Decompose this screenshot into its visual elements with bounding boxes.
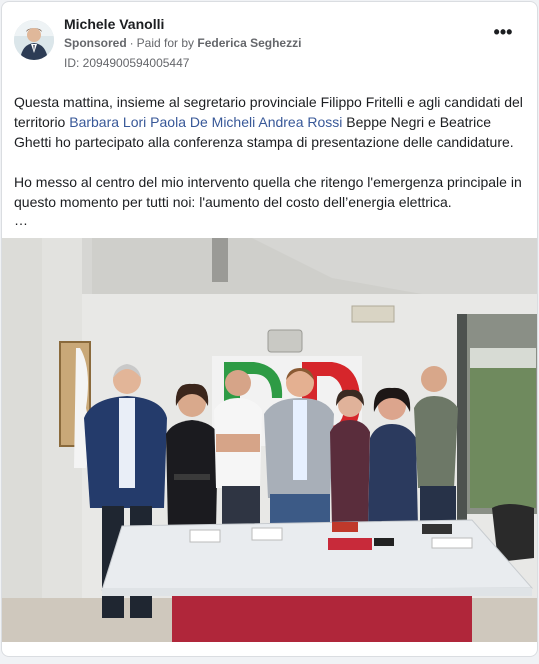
tag-link-andrea-rossi[interactable]: Andrea Rossi (258, 114, 342, 130)
group-photo-image (2, 238, 537, 642)
tag-link-paola-de-micheli[interactable]: Paola De Micheli (150, 114, 255, 130)
post-photo[interactable] (2, 238, 537, 642)
post-paragraph-2: Ho messo al centro del mio intervento qu… (14, 174, 522, 210)
post-paragraph-1: Questa mattina, insieme al segretario pr… (14, 92, 529, 152)
sponsored-label: Sponsored (64, 36, 127, 50)
tag-link-barbara-lori[interactable]: Barbara Lori (69, 114, 146, 130)
author-avatar[interactable] (14, 20, 54, 60)
see-more-ellipsis[interactable]: … (14, 212, 28, 228)
payer-name[interactable]: Federica Seghezzi (197, 36, 301, 50)
paid-for-prefix: Paid for by (136, 36, 195, 50)
post-body: Questa mattina, insieme al segretario pr… (14, 92, 529, 212)
ad-post-card: Michele Vanolli Sponsored · Paid for by Fe… (1, 1, 538, 657)
sponsor-line: Sponsored · Paid for by Federica Seghezzi (64, 36, 301, 50)
more-options-icon[interactable]: ••• (491, 23, 515, 46)
avatar-image (14, 20, 54, 60)
separator-dot: · (129, 36, 134, 50)
author-name[interactable]: Michele Vanolli (64, 16, 164, 32)
ad-id: ID: 2094900594005447 (64, 56, 190, 70)
post-header: Michele Vanolli Sponsored · Paid for by Fe… (14, 16, 525, 72)
